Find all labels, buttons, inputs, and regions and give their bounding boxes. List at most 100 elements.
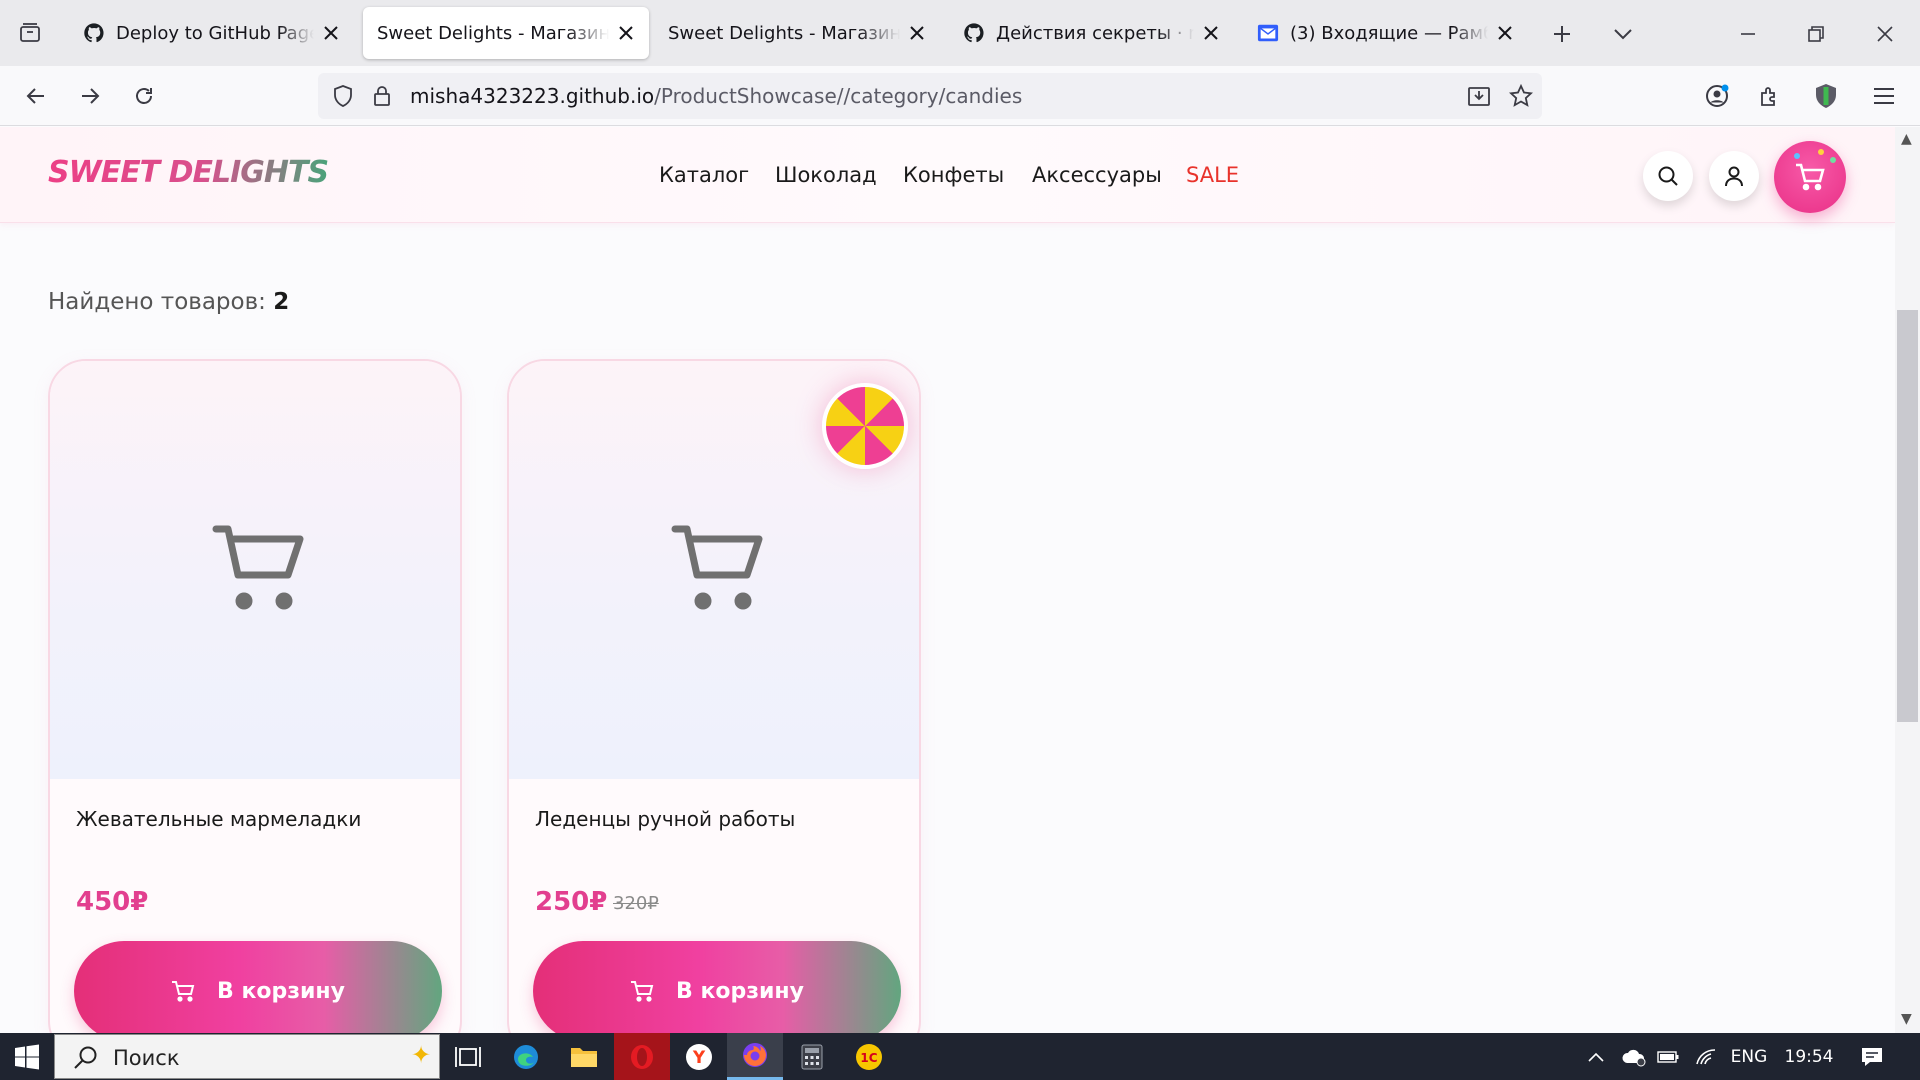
show-hidden-icons-chevron-icon[interactable] [1582, 1033, 1610, 1080]
svg-text:1С: 1С [860, 1051, 877, 1065]
tab-sweet-delights-active[interactable]: Sweet Delights - Магазин сладостей [363, 7, 649, 59]
site-header: SWEET DELIGHTS Каталог Шоколад Конфеты А… [0, 127, 1895, 223]
add-to-cart-label: В корзину [676, 978, 804, 1004]
nav-accessories[interactable]: Аксессуары [1032, 163, 1162, 187]
scroll-up-arrow-icon[interactable]: ▲ [1901, 131, 1912, 147]
product-name[interactable]: Леденцы ручной работы [535, 807, 795, 831]
account-icon[interactable] [1699, 78, 1735, 114]
product-card[interactable]: Жевательные мармеладки 450₽ В корзину [48, 359, 462, 1033]
browser-nav-bar: misha4323223.github.io/ProductShowcase//… [0, 66, 1920, 126]
github-icon [82, 21, 106, 45]
add-to-cart-label: В корзину [217, 978, 345, 1004]
user-icon [1725, 166, 1743, 187]
found-label: Найдено товаров: [48, 289, 266, 315]
list-all-tabs-icon[interactable] [14, 17, 46, 49]
calculator-icon[interactable] [784, 1033, 840, 1080]
cart-placeholder-icon [212, 525, 304, 610]
reload-icon[interactable] [126, 78, 162, 114]
onedrive-icon[interactable] [1616, 1033, 1652, 1080]
close-tab-icon[interactable] [1200, 22, 1222, 44]
close-tab-icon[interactable] [615, 22, 637, 44]
nav-catalog[interactable]: Каталог [659, 163, 749, 187]
found-count: 2 [273, 289, 290, 315]
lock-icon[interactable] [372, 84, 392, 112]
tab-github-secrets[interactable]: Действия секреты · misha4323223 [948, 7, 1234, 59]
search-placeholder: Поиск [113, 1046, 180, 1070]
battery-icon[interactable] [1654, 1033, 1682, 1080]
1c-app-icon[interactable]: 1С [841, 1033, 897, 1080]
download-page-icon[interactable] [1462, 79, 1496, 113]
product-image[interactable] [50, 361, 460, 779]
search-icon [73, 1045, 99, 1075]
shield-icon[interactable] [332, 84, 354, 112]
confetti-dot [1830, 157, 1836, 163]
page-scrollbar[interactable]: ▲ ▼ [1895, 127, 1920, 1033]
clock-time[interactable]: 19:54 [1778, 1033, 1840, 1080]
wifi-icon[interactable] [1692, 1033, 1720, 1080]
site-logo[interactable]: SWEET DELIGHTS [48, 155, 329, 190]
close-tab-icon[interactable] [1494, 22, 1516, 44]
file-explorer-icon[interactable] [556, 1033, 612, 1080]
web-page: SWEET DELIGHTS Каталог Шоколад Конфеты А… [0, 127, 1895, 1033]
restore-window-icon[interactable] [1799, 17, 1833, 51]
cart-button[interactable] [1774, 141, 1846, 213]
promo-wheel-badge-icon[interactable] [822, 383, 908, 469]
svg-text:Y: Y [692, 1048, 706, 1068]
cart-icon [631, 981, 654, 1002]
nav-chocolate[interactable]: Шоколад [775, 163, 877, 187]
tab-title: Sweet Delights - Магазин сладостей [668, 22, 900, 44]
account-button[interactable] [1709, 151, 1759, 201]
product-price: 250₽ [535, 887, 608, 917]
found-products-text: Найдено товаров: 2 [48, 289, 289, 315]
close-window-icon[interactable] [1868, 17, 1902, 51]
product-old-price: 320₽ [613, 893, 659, 914]
search-icon [1658, 166, 1678, 186]
taskbar-search-box[interactable]: Поиск ✦ [54, 1034, 440, 1079]
scrollbar-thumb[interactable] [1897, 310, 1918, 722]
close-tab-icon[interactable] [320, 22, 342, 44]
chevron-down-icon[interactable] [1606, 17, 1640, 51]
back-icon[interactable] [18, 78, 54, 114]
browser-tab-strip: Deploy to GitHub Pages · Vite Sweet Deli… [0, 0, 1920, 66]
search-button[interactable] [1643, 151, 1693, 201]
confetti-dot [1818, 149, 1824, 155]
cart-placeholder-icon [671, 525, 763, 610]
tab-sweet-delights[interactable]: Sweet Delights - Магазин сладостей [654, 7, 940, 59]
nav-sale[interactable]: SALE [1186, 163, 1239, 187]
sparkle-icon: ✦ [411, 1041, 432, 1069]
adblock-shield-icon[interactable] [1808, 78, 1844, 114]
bookmark-star-icon[interactable] [1504, 79, 1538, 113]
app-menu-icon[interactable] [1866, 78, 1902, 114]
firefox-icon[interactable] [727, 1033, 783, 1080]
forward-icon[interactable] [72, 78, 108, 114]
close-tab-icon[interactable] [906, 22, 928, 44]
mail-icon [1256, 21, 1280, 45]
address-bar[interactable]: misha4323223.github.io/ProductShowcase//… [318, 73, 1542, 119]
task-view-icon[interactable] [440, 1033, 496, 1080]
opera-icon[interactable] [614, 1033, 670, 1080]
new-tab-icon[interactable] [1545, 17, 1579, 51]
url-path: /ProductShowcase//category/candies [654, 84, 1023, 108]
tab-deploy-github-pages[interactable]: Deploy to GitHub Pages · Vite [68, 7, 354, 59]
scroll-down-arrow-icon[interactable]: ▼ [1901, 1011, 1912, 1027]
product-name[interactable]: Жевательные мармеладки [76, 807, 361, 831]
windows-start-icon[interactable] [0, 1033, 54, 1080]
tab-title: (3) Входящие — Рамблер/почта [1290, 22, 1488, 44]
cart-icon [172, 981, 195, 1002]
tab-title: Sweet Delights - Магазин сладостей [377, 22, 609, 44]
tab-rambler-mail[interactable]: (3) Входящие — Рамблер/почта [1242, 7, 1528, 59]
add-to-cart-button[interactable]: В корзину [533, 941, 901, 1033]
minimize-window-icon[interactable] [1731, 17, 1765, 51]
nav-candies[interactable]: Конфеты [903, 163, 1004, 187]
extensions-icon[interactable] [1752, 78, 1788, 114]
add-to-cart-button[interactable]: В корзину [74, 941, 442, 1033]
language-indicator[interactable]: ENG [1728, 1033, 1770, 1080]
confetti-dot [1794, 153, 1800, 159]
notifications-icon[interactable] [1852, 1033, 1892, 1080]
url-text[interactable]: misha4323223.github.io/ProductShowcase//… [410, 84, 1022, 108]
edge-browser-icon[interactable] [498, 1033, 554, 1080]
tab-title: Действия секреты · misha4323223 [996, 22, 1194, 44]
product-card[interactable]: Леденцы ручной работы 250₽ 320₽ В корзин… [507, 359, 921, 1033]
url-host: misha4323223.github.io [410, 84, 655, 108]
yandex-browser-icon[interactable]: Y [671, 1033, 727, 1080]
